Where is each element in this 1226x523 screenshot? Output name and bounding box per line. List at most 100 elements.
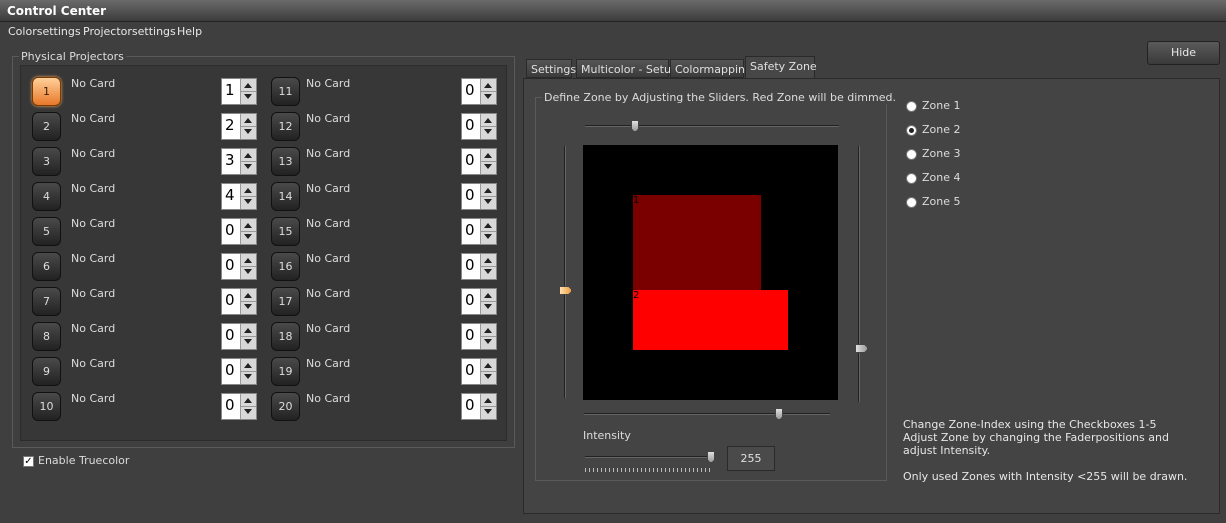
menu-help[interactable]: Help <box>177 25 202 38</box>
spin-arrows[interactable] <box>480 324 496 349</box>
spin-arrows[interactable] <box>240 394 256 419</box>
spin-arrows[interactable] <box>240 184 256 209</box>
tab-multicolor-setup[interactable]: Multicolor - Setup <box>576 59 678 78</box>
intensity-value[interactable]: 255 <box>727 446 775 471</box>
spin-down-icon[interactable] <box>244 129 252 134</box>
left-edge-slider[interactable] <box>564 146 566 398</box>
projector-spinbox-19[interactable]: 0 <box>461 358 497 385</box>
projector-spinbox-9[interactable]: 0 <box>221 358 257 385</box>
spin-arrows[interactable] <box>480 79 496 104</box>
projector-button-8[interactable]: 8 <box>32 322 61 351</box>
zone-1-radio[interactable] <box>906 101 917 112</box>
projector-spinbox-7[interactable]: 0 <box>221 288 257 315</box>
menu-projectorsettings[interactable]: Projectorsettings <box>83 25 176 38</box>
spin-arrows[interactable] <box>480 184 496 209</box>
spin-up-icon[interactable] <box>484 188 492 193</box>
spin-arrows[interactable] <box>480 359 496 384</box>
projector-spinbox-6[interactable]: 0 <box>221 253 257 280</box>
spin-down-icon[interactable] <box>244 234 252 239</box>
projector-spinbox-15[interactable]: 0 <box>461 218 497 245</box>
spin-arrows[interactable] <box>240 219 256 244</box>
projector-button-13[interactable]: 13 <box>271 147 300 176</box>
spin-down-icon[interactable] <box>244 304 252 309</box>
tab-safety-zone[interactable]: Safety Zone <box>745 56 817 79</box>
spin-arrows[interactable] <box>480 149 496 174</box>
spin-arrows[interactable] <box>240 359 256 384</box>
projector-button-19[interactable]: 19 <box>271 357 300 386</box>
spin-up-icon[interactable] <box>484 258 492 263</box>
spin-arrows[interactable] <box>480 289 496 314</box>
spin-up-icon[interactable] <box>244 363 252 368</box>
spin-arrows[interactable] <box>240 114 256 139</box>
spin-arrows[interactable] <box>480 394 496 419</box>
projector-spinbox-16[interactable]: 0 <box>461 253 497 280</box>
spin-down-icon[interactable] <box>244 199 252 204</box>
projector-spinbox-13[interactable]: 0 <box>461 148 497 175</box>
projector-spinbox-17[interactable]: 0 <box>461 288 497 315</box>
projector-button-4[interactable]: 4 <box>32 182 61 211</box>
spin-arrows[interactable] <box>240 254 256 279</box>
projector-button-3[interactable]: 3 <box>32 147 61 176</box>
truecolor-checkbox[interactable]: ✓ <box>23 456 34 467</box>
spin-up-icon[interactable] <box>484 118 492 123</box>
spin-up-icon[interactable] <box>244 118 252 123</box>
projector-button-15[interactable]: 15 <box>271 217 300 246</box>
right-edge-slider[interactable] <box>858 146 860 402</box>
projector-spinbox-2[interactable]: 2 <box>221 113 257 140</box>
projector-button-11[interactable]: 11 <box>271 77 300 106</box>
zone-3-radio[interactable] <box>906 149 917 160</box>
spin-up-icon[interactable] <box>484 223 492 228</box>
spin-arrows[interactable] <box>480 219 496 244</box>
spin-down-icon[interactable] <box>484 164 492 169</box>
spin-arrows[interactable] <box>480 254 496 279</box>
projector-button-10[interactable]: 10 <box>32 392 61 421</box>
spin-arrows[interactable] <box>480 114 496 139</box>
projector-button-2[interactable]: 2 <box>32 112 61 141</box>
projector-button-20[interactable]: 20 <box>271 392 300 421</box>
spin-up-icon[interactable] <box>484 328 492 333</box>
projector-button-5[interactable]: 5 <box>32 217 61 246</box>
spin-up-icon[interactable] <box>484 363 492 368</box>
zone-1-rect[interactable]: 1 <box>633 195 761 290</box>
projector-button-1[interactable]: 1 <box>32 77 61 106</box>
spin-up-icon[interactable] <box>484 83 492 88</box>
projector-button-17[interactable]: 17 <box>271 287 300 316</box>
spin-up-icon[interactable] <box>484 293 492 298</box>
projector-button-7[interactable]: 7 <box>32 287 61 316</box>
projector-spinbox-5[interactable]: 0 <box>221 218 257 245</box>
spin-up-icon[interactable] <box>244 328 252 333</box>
projector-button-12[interactable]: 12 <box>271 112 300 141</box>
spin-down-icon[interactable] <box>484 269 492 274</box>
spin-up-icon[interactable] <box>244 188 252 193</box>
spin-down-icon[interactable] <box>484 304 492 309</box>
spin-arrows[interactable] <box>240 149 256 174</box>
zone-canvas[interactable]: 1 2 <box>583 145 838 400</box>
spin-up-icon[interactable] <box>244 293 252 298</box>
spin-arrows[interactable] <box>240 289 256 314</box>
spin-down-icon[interactable] <box>484 374 492 379</box>
projector-button-6[interactable]: 6 <box>32 252 61 281</box>
bottom-edge-slider[interactable] <box>584 413 830 415</box>
projector-spinbox-4[interactable]: 4 <box>221 183 257 210</box>
hide-button[interactable]: Hide <box>1147 41 1220 65</box>
spin-down-icon[interactable] <box>244 269 252 274</box>
projector-spinbox-11[interactable]: 0 <box>461 78 497 105</box>
projector-spinbox-14[interactable]: 0 <box>461 183 497 210</box>
spin-up-icon[interactable] <box>484 153 492 158</box>
tab-colormapping[interactable]: Colormapping <box>670 59 752 78</box>
spin-down-icon[interactable] <box>244 374 252 379</box>
projector-spinbox-10[interactable]: 0 <box>221 393 257 420</box>
spin-down-icon[interactable] <box>484 94 492 99</box>
menu-colorsettings[interactable]: Colorsettings <box>8 25 81 38</box>
spin-down-icon[interactable] <box>244 94 252 99</box>
projector-spinbox-3[interactable]: 3 <box>221 148 257 175</box>
spin-up-icon[interactable] <box>244 153 252 158</box>
spin-up-icon[interactable] <box>244 398 252 403</box>
zone-5-radio[interactable] <box>906 197 917 208</box>
projector-button-14[interactable]: 14 <box>271 182 300 211</box>
projector-spinbox-18[interactable]: 0 <box>461 323 497 350</box>
spin-up-icon[interactable] <box>244 83 252 88</box>
projector-button-18[interactable]: 18 <box>271 322 300 351</box>
spin-up-icon[interactable] <box>244 258 252 263</box>
spin-down-icon[interactable] <box>484 129 492 134</box>
